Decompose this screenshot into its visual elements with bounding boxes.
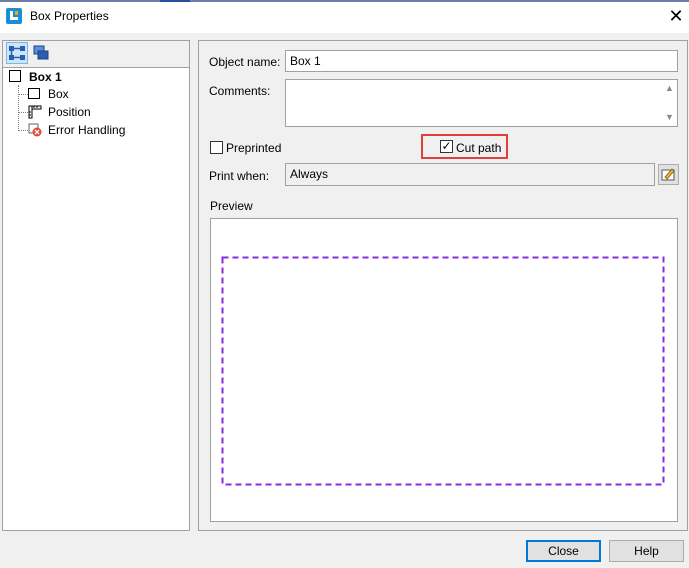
preview-label: Preview [210, 199, 253, 213]
properties-panel: Object name: Box 1 Comments: ▲ ▼ Preprin… [198, 40, 688, 531]
app-icon [6, 8, 22, 24]
close-button[interactable]: Close [526, 540, 601, 562]
tree-item-label: Box [48, 87, 69, 101]
tree-panel: Box 1 Box Position Error Handling [2, 40, 190, 531]
box-icon [9, 70, 21, 82]
close-window-icon[interactable]: ✕ [664, 4, 688, 28]
object-name-label: Object name: [209, 55, 281, 69]
preview-area [210, 218, 678, 522]
ruler-icon [28, 105, 42, 119]
comments-label: Comments: [209, 84, 271, 98]
preprinted-label: Preprinted [226, 141, 282, 155]
tree-item-label: Box 1 [29, 70, 62, 84]
tree-item-label: Error Handling [48, 123, 126, 137]
error-icon [28, 123, 42, 137]
tree-item-label: Position [48, 105, 91, 119]
tree-view: Box 1 Box Position Error Handling [3, 67, 189, 530]
tree-item-box[interactable]: Box [28, 85, 69, 103]
top-border-accent [160, 0, 190, 2]
top-border [0, 0, 689, 2]
help-button[interactable]: Help [609, 540, 684, 562]
cut-path-label: Cut path [456, 141, 502, 155]
cut-path-outline [221, 256, 665, 486]
comments-textarea[interactable] [285, 79, 678, 127]
tree-connector [18, 94, 28, 95]
preview-canvas [221, 256, 665, 486]
print-when-field: Always [285, 163, 655, 186]
tree-connector [18, 130, 28, 131]
layers-icon [33, 45, 49, 60]
tree-item-position[interactable]: Position [28, 103, 91, 121]
window-title: Box Properties [30, 9, 109, 23]
tree-view-button[interactable] [6, 42, 28, 64]
object-name-input[interactable]: Box 1 [285, 50, 678, 72]
scroll-up-icon[interactable]: ▲ [662, 81, 677, 96]
tree-connector [18, 112, 28, 113]
edit-icon [661, 168, 675, 181]
scroll-down-icon[interactable]: ▼ [662, 110, 677, 125]
tree-item-error-handling[interactable]: Error Handling [28, 121, 125, 139]
preprinted-checkbox[interactable] [210, 141, 223, 154]
tree-connector [18, 85, 19, 131]
layers-view-button[interactable] [30, 42, 52, 64]
print-when-edit-button[interactable] [658, 164, 679, 185]
box-icon [28, 88, 40, 99]
tree-view-icon [9, 46, 25, 60]
cut-path-checkbox[interactable]: ✓ [440, 140, 453, 153]
print-when-label: Print when: [209, 169, 270, 183]
tree-item-box-1[interactable]: Box 1 [9, 68, 62, 86]
